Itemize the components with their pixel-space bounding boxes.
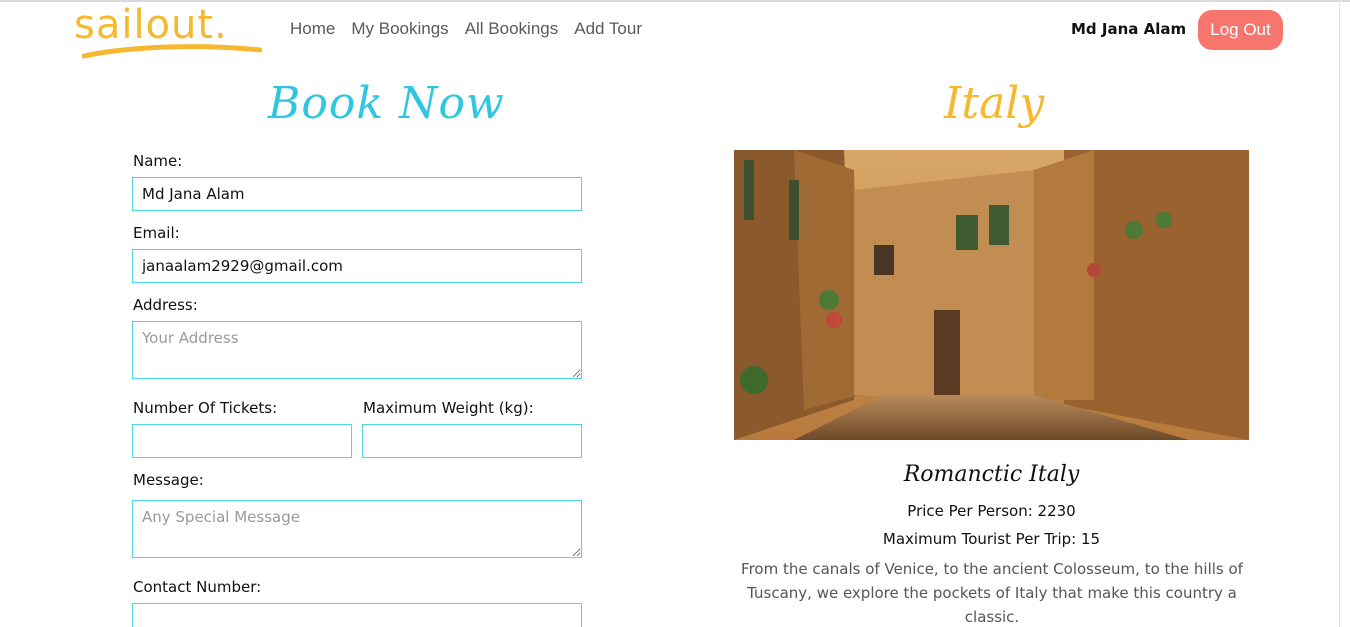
scrollbar-edge <box>1339 0 1340 627</box>
brand-logo[interactable]: sailout. <box>74 2 264 62</box>
logout-button[interactable]: Log Out <box>1198 10 1283 50</box>
logo-swoosh-icon <box>82 44 262 59</box>
tour-max-tourists: Maximum Tourist Per Trip: 15 <box>882 530 1101 548</box>
nav-all-bookings[interactable]: All Bookings <box>465 19 559 39</box>
tour-name: Romanctic Italy <box>903 462 1080 487</box>
tour-photo <box>734 150 1249 440</box>
user-name: Md Jana Alam <box>1071 20 1187 38</box>
tickets-label: Number Of Tickets: <box>133 399 278 417</box>
tour-destination-title: Italy <box>944 78 1045 129</box>
nav-home[interactable]: Home <box>290 19 335 39</box>
contact-input[interactable] <box>132 603 582 627</box>
tickets-input[interactable] <box>132 424 352 458</box>
weight-input[interactable] <box>362 424 582 458</box>
name-input[interactable] <box>132 177 582 211</box>
weight-label: Maximum Weight (kg): <box>363 399 534 417</box>
tour-price: Price Per Person: 2230 <box>907 502 1076 520</box>
address-textarea[interactable] <box>132 321 582 379</box>
nav-my-bookings[interactable]: My Bookings <box>351 19 448 39</box>
form-title: Book Now <box>268 78 505 129</box>
message-label: Message: <box>133 471 204 489</box>
message-textarea[interactable] <box>132 500 582 558</box>
tour-description: From the canals of Venice, to the ancien… <box>741 560 1243 626</box>
name-label: Name: <box>133 152 183 170</box>
contact-label: Contact Number: <box>133 578 262 596</box>
email-label: Email: <box>133 224 180 242</box>
main-nav: Home My Bookings All Bookings Add Tour <box>290 19 642 39</box>
nav-add-tour[interactable]: Add Tour <box>574 19 642 39</box>
address-label: Address: <box>133 296 198 314</box>
email-input[interactable] <box>132 249 582 283</box>
